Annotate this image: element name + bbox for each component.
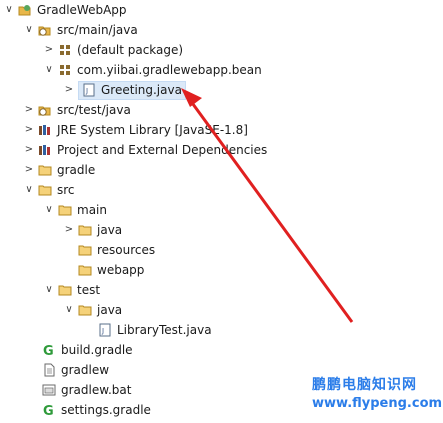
tree-item-label: settings.gradle — [61, 403, 151, 417]
tree-item-webapp-folder[interactable]: webapp — [78, 260, 144, 280]
folder-icon — [38, 163, 52, 177]
library-icon — [38, 143, 52, 157]
chevron-right-icon[interactable]: > — [62, 220, 76, 240]
folder-icon — [58, 203, 72, 217]
folder-icon — [78, 223, 92, 237]
chevron-right-icon[interactable]: > — [22, 140, 36, 160]
tree-item-test-java-folder[interactable]: ∨ java — [62, 300, 122, 320]
tree-item-label: Greeting.java — [101, 82, 182, 97]
tree-item-label: LibraryTest.java — [117, 323, 212, 337]
tree-item-src-folder[interactable]: ∨ src — [22, 180, 75, 200]
tree-item-greeting-java[interactable]: > J Greeting.java — [62, 80, 186, 100]
folder-icon — [78, 263, 92, 277]
tree-item-settings-gradle[interactable]: G settings.gradle — [42, 400, 151, 420]
tree-item-gradlew[interactable]: gradlew — [42, 360, 109, 380]
tree-item-label: build.gradle — [61, 343, 133, 357]
file-icon — [42, 363, 56, 377]
chevron-down-icon[interactable]: ∨ — [62, 300, 76, 320]
svg-text:G: G — [43, 404, 54, 417]
tree-item-project-dependencies[interactable]: > Project and External Dependencies — [22, 140, 267, 160]
tree-item-label: GradleWebApp — [37, 3, 127, 17]
tree-item-library-test[interactable]: J LibraryTest.java — [98, 320, 212, 340]
tree-item-main-folder[interactable]: ∨ main — [42, 200, 107, 220]
chevron-down-icon[interactable]: ∨ — [2, 0, 16, 20]
tree-item-label: java — [97, 303, 123, 317]
chevron-down-icon[interactable]: ∨ — [42, 280, 56, 300]
gradle-icon: G — [42, 403, 56, 419]
chevron-down-icon[interactable]: ∨ — [42, 200, 56, 220]
chevron-right-icon[interactable]: > — [62, 80, 76, 100]
svg-text:J: J — [101, 327, 104, 335]
tree-item-src-main-java[interactable]: ∨ src/main/java — [22, 20, 138, 40]
tree-item-label: src — [57, 183, 75, 197]
java-file-icon: J — [98, 323, 112, 337]
tree-item-gradlew-bat[interactable]: gradlew.bat — [42, 380, 131, 400]
tree-item-label: main — [77, 203, 107, 217]
tree-item-test-folder[interactable]: ∨ test — [42, 280, 100, 300]
tree-item-label: Project and External Dependencies — [57, 143, 268, 157]
tree-item-label: resources — [97, 243, 156, 257]
tree-item-label: test — [77, 283, 101, 297]
tree-item-resources-folder[interactable]: resources — [78, 240, 155, 260]
chevron-right-icon[interactable]: > — [22, 120, 36, 140]
library-icon — [38, 123, 52, 137]
chevron-down-icon[interactable]: ∨ — [42, 60, 56, 80]
tree-item-label: JRE System Library [JavaSE-1.8] — [57, 123, 248, 137]
tree-item-src-test-java[interactable]: > src/test/java — [22, 100, 131, 120]
tree-item-bean-package[interactable]: ∨ com.yiibai.gradlewebapp.bean — [42, 60, 262, 80]
tree-item-label: gradlew.bat — [61, 383, 132, 397]
folder-icon — [78, 303, 92, 317]
gradle-icon: G — [42, 343, 56, 359]
watermark-url: www.flypeng.com — [312, 396, 443, 411]
tree-item-jre-library[interactable]: > JRE System Library [JavaSE-1.8] — [22, 120, 248, 140]
watermark-title: 鹏鹏电脑知识网 — [312, 377, 417, 393]
folder-icon — [38, 183, 52, 197]
tree-item-project[interactable]: ∨ GradleWebApp — [2, 0, 127, 20]
source-folder-icon — [38, 103, 52, 117]
package-icon — [58, 63, 72, 77]
tree-item-label: src/test/java — [57, 103, 131, 117]
source-folder-icon — [38, 23, 52, 37]
folder-icon — [78, 243, 92, 257]
package-icon — [58, 43, 72, 57]
selection-highlight[interactable]: J Greeting.java — [78, 80, 186, 100]
tree-item-main-java-folder[interactable]: > java — [62, 220, 122, 240]
tree-item-label: gradlew — [61, 363, 110, 377]
chevron-down-icon[interactable]: ∨ — [22, 180, 36, 200]
java-file-icon: J — [82, 83, 96, 97]
tree-item-label: (default package) — [77, 43, 184, 57]
tree-item-gradle-folder[interactable]: > gradle — [22, 160, 95, 180]
chevron-right-icon[interactable]: > — [42, 40, 56, 60]
svg-text:G: G — [43, 344, 54, 357]
tree-item-label: webapp — [97, 263, 145, 277]
project-icon — [18, 3, 32, 17]
bat-file-icon — [42, 383, 56, 397]
chevron-right-icon[interactable]: > — [22, 100, 36, 120]
tree-item-label: java — [97, 223, 123, 237]
tree-item-build-gradle[interactable]: G build.gradle — [42, 340, 133, 360]
tree-item-label: gradle — [57, 163, 96, 177]
chevron-down-icon[interactable]: ∨ — [22, 20, 36, 40]
tree-item-label: com.yiibai.gradlewebapp.bean — [77, 63, 262, 77]
tree-item-label: src/main/java — [57, 23, 138, 37]
folder-icon — [58, 283, 72, 297]
svg-text:J: J — [85, 87, 88, 95]
chevron-right-icon[interactable]: > — [22, 160, 36, 180]
tree-item-default-package[interactable]: > (default package) — [42, 40, 183, 60]
